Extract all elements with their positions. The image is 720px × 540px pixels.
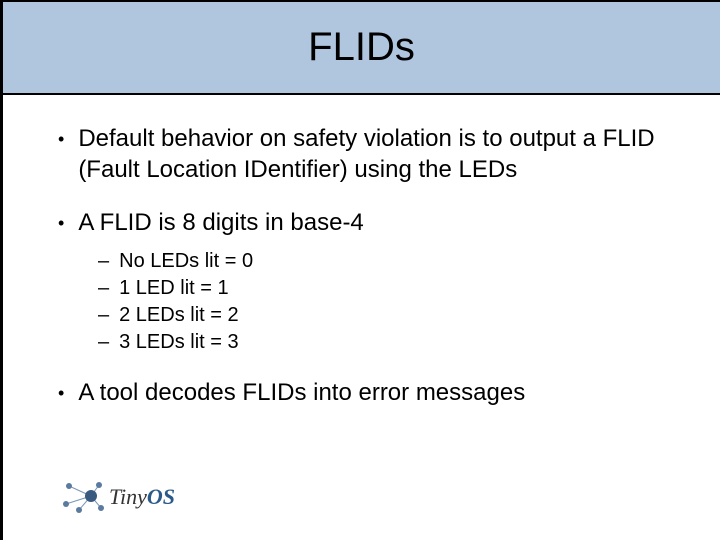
bullet-text: A FLID is 8 digits in base-4 — [78, 207, 363, 238]
slide-title: FLIDs — [308, 25, 415, 70]
sub-bullet-item: – 2 LEDs lit = 2 — [98, 303, 670, 328]
bullet-text: Default behavior on safety violation is … — [78, 123, 670, 185]
slide: FLIDs • Default behavior on safety viola… — [0, 0, 720, 540]
sub-bullet-text: 2 LEDs lit = 2 — [119, 303, 239, 328]
sub-bullet-text: No LEDs lit = 0 — [119, 249, 253, 274]
content-area: • Default behavior on safety violation i… — [3, 95, 720, 408]
bullet-dot-icon: • — [58, 128, 64, 151]
sub-bullet-item: – 1 LED lit = 1 — [98, 276, 670, 301]
bullet-item: • Default behavior on safety violation i… — [58, 123, 670, 185]
logo-text: TinyOS — [109, 484, 175, 510]
sub-bullet-text: 3 LEDs lit = 3 — [119, 330, 239, 355]
dash-icon: – — [98, 276, 109, 301]
sub-bullet-group: – No LEDs lit = 0 – 1 LED lit = 1 – 2 LE… — [58, 249, 670, 355]
sub-bullet-item: – No LEDs lit = 0 — [98, 249, 670, 274]
logo-tiny: Tiny — [109, 484, 147, 509]
sub-bullet-text: 1 LED lit = 1 — [119, 276, 229, 301]
logo-graphic-icon — [61, 480, 105, 514]
bullet-item: • A tool decodes FLIDs into error messag… — [58, 377, 670, 408]
tinyos-logo: TinyOS — [61, 480, 175, 514]
dash-icon: – — [98, 330, 109, 355]
bullet-dot-icon: • — [58, 212, 64, 235]
bullet-text: A tool decodes FLIDs into error messages — [78, 377, 525, 408]
dash-icon: – — [98, 249, 109, 274]
sub-bullet-item: – 3 LEDs lit = 3 — [98, 330, 670, 355]
logo-os: OS — [147, 484, 175, 509]
bullet-item: • A FLID is 8 digits in base-4 — [58, 207, 670, 238]
title-band: FLIDs — [3, 0, 720, 95]
dash-icon: – — [98, 303, 109, 328]
bullet-dot-icon: • — [58, 382, 64, 405]
